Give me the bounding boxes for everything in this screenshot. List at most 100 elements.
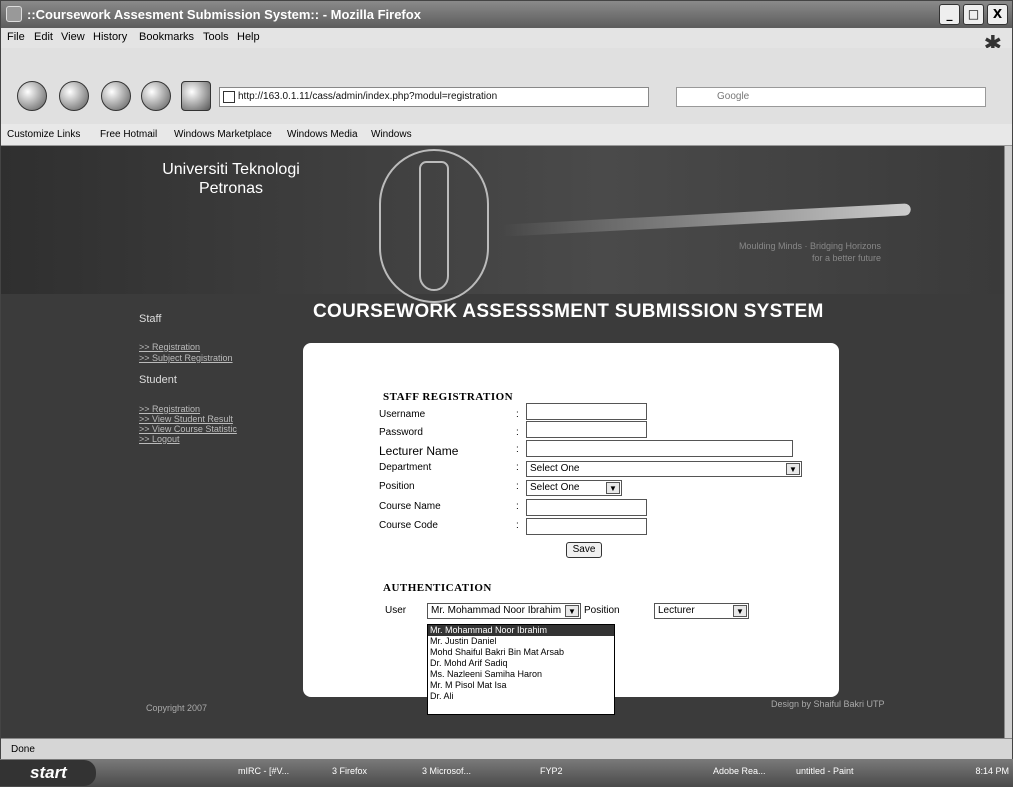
system-title: COURSEWORK ASSESSSMENT SUBMISSION SYSTEM [313, 301, 824, 322]
status-bar: Done [1, 738, 1012, 760]
forward-icon[interactable] [59, 81, 89, 111]
firefox-icon [6, 6, 22, 22]
close-button[interactable]: X [987, 4, 1008, 25]
save-button[interactable]: Save [566, 542, 602, 558]
password-input[interactable] [526, 421, 647, 438]
course-name-input[interactable] [526, 499, 647, 516]
password-label: Password [379, 427, 423, 438]
course-code-input[interactable] [526, 518, 647, 535]
url-text: http://163.0.1.11/cass/admin/index.php?m… [238, 91, 498, 102]
system-clock: 8:14 PM [975, 766, 1009, 776]
taskbar-item-adobe[interactable]: Adobe Rea... [713, 766, 766, 776]
university-name: Universiti Teknologi Petronas [162, 161, 300, 197]
position-select[interactable]: Select One ▼ [526, 480, 622, 496]
lecturer-name-input[interactable] [526, 440, 793, 457]
colon-separator: : [516, 501, 519, 512]
user-label: User [385, 605, 407, 616]
menu-tools[interactable]: Tools [203, 31, 229, 43]
username-label: Username [379, 409, 426, 420]
window-title: ::Coursework Assesment Submission System… [27, 7, 421, 22]
sidebar-subject-registration[interactable]: >> Subject Registration [139, 353, 233, 363]
department-select[interactable]: Select One ▼ [526, 461, 802, 477]
menu-view[interactable]: View [61, 31, 85, 43]
menu-help[interactable]: Help [237, 31, 260, 43]
chevron-down-icon: ▼ [786, 463, 800, 475]
home-icon[interactable] [181, 81, 211, 111]
sidebar-student-heading: Student [139, 374, 177, 386]
bookmark-windows[interactable]: Windows [371, 129, 412, 140]
user-select[interactable]: Mr. Mohammad Noor Ibrahim ▼ [427, 603, 581, 619]
user-option[interactable]: Mohd Shaiful Bakri Bin Mat Arsab [428, 647, 614, 658]
user-option[interactable]: Dr. Ali [428, 691, 614, 702]
user-option[interactable]: Ms. Nazleeni Samiha Haron [428, 669, 614, 680]
course-name-label: Course Name [379, 501, 441, 512]
bookmark-windows-media[interactable]: Windows Media [287, 129, 358, 140]
page-favicon-icon [223, 91, 235, 103]
menu-history[interactable]: History [93, 31, 127, 43]
user-option[interactable]: Mr. Justin Daniel [428, 636, 614, 647]
position-value: Select One [530, 482, 580, 493]
colon-separator: : [516, 520, 519, 531]
sidebar-student-registration[interactable]: >> Registration [139, 404, 200, 414]
vertical-scrollbar[interactable] [1004, 146, 1012, 738]
bookmark-free-hotmail[interactable]: Free Hotmail [100, 129, 157, 140]
taskbar-item-fyp2[interactable]: FYP2 [540, 766, 563, 776]
chevron-down-icon: ▼ [733, 605, 747, 617]
minimize-button[interactable]: _ [939, 4, 960, 25]
bookmark-customize-links[interactable]: Customize Links [7, 129, 80, 140]
address-bar[interactable]: http://163.0.1.11/cass/admin/index.php?m… [219, 87, 649, 107]
colon-separator: : [516, 409, 519, 420]
user-option[interactable]: Mr. M Pisol Mat Isa [428, 680, 614, 691]
status-text: Done [11, 744, 35, 755]
sidebar-staff-registration[interactable]: >> Registration [139, 342, 200, 352]
auth-position-value: Lecturer [658, 605, 695, 616]
position-label: Position [379, 481, 415, 492]
logo-leaf [419, 161, 449, 291]
stop-icon[interactable] [141, 81, 171, 111]
auth-position-select[interactable]: Lecturer ▼ [654, 603, 749, 619]
colon-separator: : [516, 427, 519, 438]
department-value: Select One [530, 463, 580, 474]
user-option[interactable]: Dr. Mohd Arif Sadiq [428, 658, 614, 669]
taskbar-item-firefox[interactable]: 3 Firefox [332, 766, 367, 776]
reload-icon[interactable] [101, 81, 131, 111]
designer-credit: Design by Shaiful Bakri UTP [771, 699, 885, 709]
menu-bookmarks[interactable]: Bookmarks [139, 31, 194, 43]
taskbar-item-paint[interactable]: untitled - Paint [796, 766, 854, 776]
back-icon[interactable] [17, 81, 47, 111]
course-code-label: Course Code [379, 520, 438, 531]
authentication-heading: AUTHENTICATION [383, 582, 492, 594]
bookmarks-toolbar: Customize Links Free Hotmail Windows Mar… [1, 124, 1012, 146]
menu-bar: File Edit View History Bookmarks Tools H… [1, 28, 1012, 48]
maximize-button[interactable]: □ [963, 4, 984, 25]
sidebar-view-student-result[interactable]: >> View Student Result [139, 414, 233, 424]
lecturer-name-label: Lecturer Name [379, 444, 459, 458]
colon-separator: : [516, 444, 519, 455]
user-value: Mr. Mohammad Noor Ibrahim [431, 605, 562, 616]
sidebar-view-course-statistic[interactable]: >> View Course Statistic [139, 424, 237, 434]
bookmark-windows-marketplace[interactable]: Windows Marketplace [174, 129, 272, 140]
sidebar-staff-heading: Staff [139, 313, 162, 325]
colon-separator: : [516, 481, 519, 492]
auth-position-label: Position [584, 605, 620, 616]
chevron-down-icon: ▼ [606, 482, 620, 494]
taskbar-item-microsoft[interactable]: 3 Microsof... [422, 766, 471, 776]
title-bar: ::Coursework Assesment Submission System… [1, 1, 1012, 28]
menu-edit[interactable]: Edit [34, 31, 53, 43]
firefox-window: ::Coursework Assesment Submission System… [0, 0, 1013, 787]
department-label: Department [379, 462, 432, 473]
windows-taskbar: start mIRC - [#V... 3 Firefox 3 Microsof… [0, 759, 1013, 787]
username-input[interactable] [526, 403, 647, 420]
menu-file[interactable]: File [7, 31, 25, 43]
chevron-down-icon: ▼ [565, 605, 579, 617]
staff-registration-heading: STAFF REGISTRATION [383, 391, 514, 403]
sidebar-logout[interactable]: >> Logout [139, 434, 180, 444]
user-dropdown-list[interactable]: Mr. Mohammad Noor Ibrahim Mr. Justin Dan… [427, 624, 615, 715]
start-button[interactable]: start [0, 760, 96, 786]
copyright-text: Copyright 2007 [146, 703, 208, 713]
university-motto: Moulding Minds · Bridging Horizons for a… [738, 241, 881, 263]
search-input[interactable]: Google [676, 87, 986, 107]
colon-separator: : [516, 462, 519, 473]
user-option[interactable]: Mr. Mohammad Noor Ibrahim [428, 625, 614, 636]
taskbar-item-mirc[interactable]: mIRC - [#V... [238, 766, 289, 776]
